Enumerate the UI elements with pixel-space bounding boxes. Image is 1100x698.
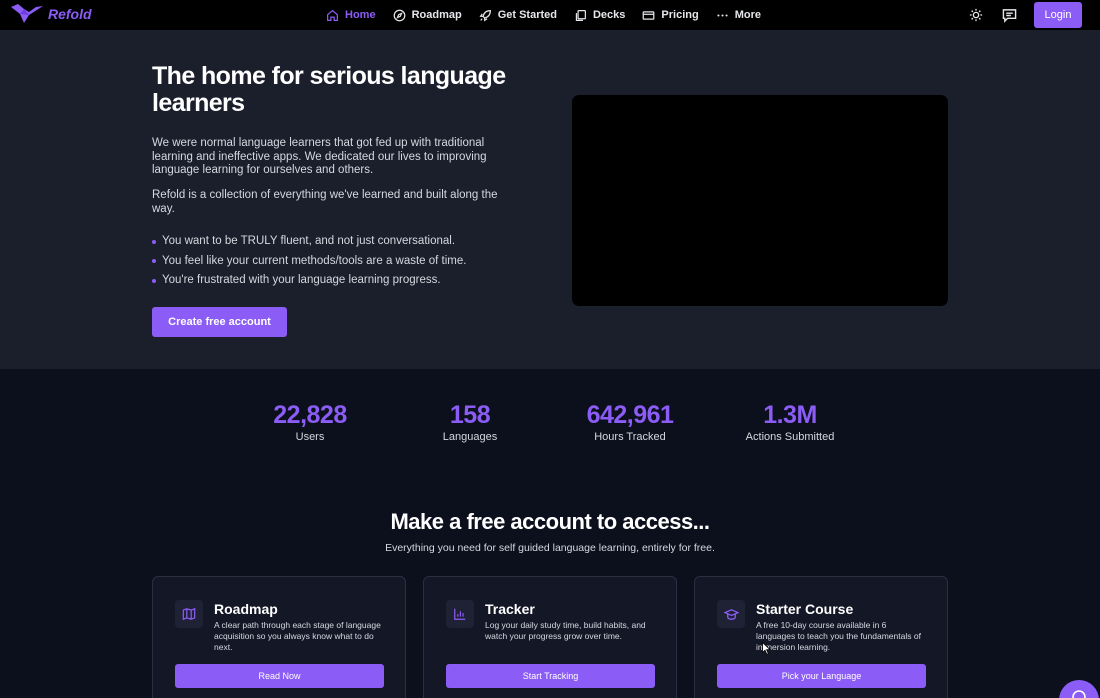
hero-title: The home for serious language learners [152,62,506,117]
hero-bullet: You feel like your current methods/tools… [152,252,466,272]
stat-value: 642,961 [586,401,674,429]
theme-toggle-button[interactable] [968,7,984,23]
pick-language-button[interactable]: Pick your Language [717,664,926,688]
nav-roadmap[interactable]: Roadmap [393,9,462,22]
card-icon-wrap [446,600,474,628]
features-title: Make a free account to access... [390,509,710,534]
hero-bullet: You're frustrated with your language lea… [152,271,466,291]
nav-more-label: More [734,9,761,21]
card-title: Tracker [485,601,535,617]
card-title: Roadmap [214,601,278,617]
nav-more[interactable]: More [716,9,761,22]
card-icon-wrap [175,600,203,628]
stat-label: Users [295,431,325,443]
stat-actions-submitted: 1.3M Actions Submitted [710,400,870,444]
bar-chart-icon [454,608,466,620]
nav-links: Home Roadmap Get Started Decks Pricing M… [326,0,761,30]
start-tracking-button[interactable]: Start Tracking [446,664,655,688]
card-title: Starter Course [756,601,854,617]
stat-value: 1.3M [763,401,817,429]
card-description: A clear path through each stage of langu… [214,620,381,652]
video-player[interactable] [572,95,948,306]
hero-bullet: You want to be TRULY fluent, and not jus… [152,232,466,252]
feature-card-roadmap: Roadmap A clear path through each stage … [152,576,406,698]
hero-bullet-list: You want to be TRULY fluent, and not jus… [152,232,466,291]
feature-card-tracker: Tracker Log your daily study time, build… [423,576,677,698]
stat-label: Hours Tracked [594,431,666,443]
stat-languages: 158 Languages [390,400,550,444]
help-chat-button[interactable] [1059,680,1099,698]
nav-pricing-label: Pricing [661,9,699,21]
dots-icon [717,13,728,17]
features-subtitle: Everything you need for self guided lang… [385,542,715,554]
brand-logo[interactable]: Refold [10,3,92,25]
nav-home[interactable]: Home [326,9,376,22]
create-account-button[interactable]: Create free account [152,307,287,337]
nav-decks-label: Decks [592,9,626,21]
feedback-button[interactable] [1001,7,1017,23]
rocket-icon [479,9,491,22]
cards-icon [575,9,586,21]
nav-get-started-label: Get Started [497,9,557,21]
feature-card-starter-course: Starter Course A free 10-day course avai… [694,576,948,698]
compass-icon [393,9,405,21]
top-navbar: Refold Home Roadmap Get Started Decks Pr… [0,0,1100,30]
stat-value: 22,828 [273,401,347,429]
chat-icon [1072,690,1086,698]
bird-logo-icon [11,4,43,23]
read-now-button[interactable]: Read Now [175,664,384,688]
stat-value: 158 [449,401,491,429]
nav-decks[interactable]: Decks [574,9,625,22]
nav-pricing[interactable]: Pricing [642,9,699,22]
stat-label: Languages [442,431,498,443]
nav-actions: Login [968,0,1082,30]
nav-roadmap-label: Roadmap [411,9,462,21]
stat-users: 22,828 Users [230,400,390,444]
mouse-cursor-icon [762,642,771,655]
card-icon-wrap [717,600,745,628]
stat-hours-tracked: 642,961 Hours Tracked [550,400,710,444]
hero-intro-text: We were normal language learners that go… [152,137,487,176]
login-button[interactable]: Login [1034,2,1082,28]
credit-card-icon [643,10,655,20]
card-description: Log your daily study time, build habits,… [485,620,646,641]
home-icon [327,9,338,21]
stat-label: Actions Submitted [745,431,835,443]
graduation-cap-icon [723,608,739,620]
nav-home-label: Home [345,9,376,21]
brand-name: Refold [48,6,92,22]
nav-get-started[interactable]: Get Started [479,9,557,22]
sun-icon [969,8,983,22]
message-icon [1002,8,1016,23]
map-icon [182,607,196,621]
hero-section: The home for serious language learners W… [0,30,1100,369]
card-description: A free 10-day course available in 6 lang… [756,620,921,652]
hero-collection-text: Refold is a collection of everything we'… [152,189,498,215]
